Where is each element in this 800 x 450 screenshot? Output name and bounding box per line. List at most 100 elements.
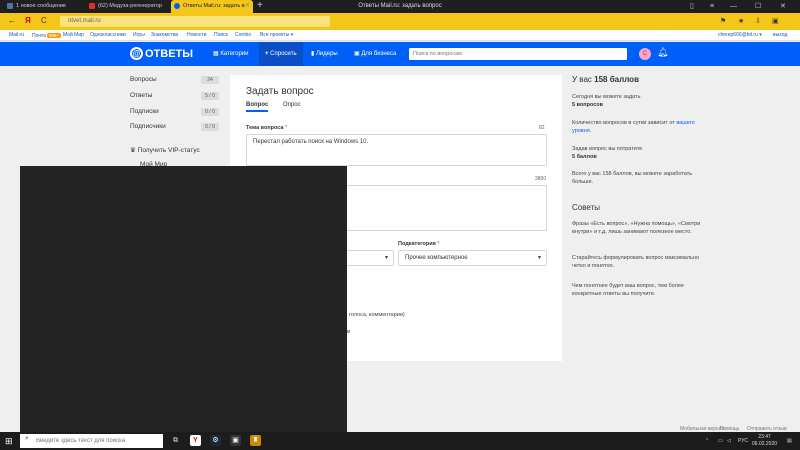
tip-text: Фразы «Есть вопрос», «Нужна помощь», «См… [572,221,701,235]
logout-link[interactable]: выход [773,30,787,41]
nav-label: Для бизнеса [361,51,397,57]
sidebar-count: 0 / 0 [201,123,219,131]
bell-icon[interactable]: 🔔︎ [657,47,668,58]
maximize-button[interactable]: ☐ [755,0,761,13]
dark-overlay-window [20,166,347,450]
address-bar: ← Я C otvet.mail.ru ⚑ ★ ⇩ ▣ [0,13,800,30]
portal-link[interactable]: Поиск [214,30,228,41]
info-questions-today: Сегодня вы можете задать 5 вопросов [572,93,702,109]
option-text: ы, голоса, комментарии) [342,312,405,318]
back-icon[interactable]: ← [8,15,16,27]
browser-tab-strip: 1 новое сообщение (62) Медуза-регенерато… [0,0,800,13]
topic-input[interactable]: Перестал работать поиск на Windows 10. [246,134,547,166]
minimize-button[interactable]: — [730,0,737,13]
at-logo-icon: @ [130,47,143,60]
info-total: Всего у вас 158 баллов, вы можете зарабо… [572,170,702,186]
portal-link-mail[interactable]: Почта 999+ [32,30,62,42]
site-header: @ ОТВЕТЫ ▦ Категории + Спросить ▮ Лидеры … [0,42,800,66]
portal-link[interactable]: Одноклассники [90,30,126,41]
taskbar: ⊞ ⌕ ⧉ Y ⚙ ▣ ♜ ⌃ ▭ ◁ РУС 23:4706.02.2020 … [0,432,800,450]
mail-count-badge: 999+ [46,33,62,38]
sidebar-item-answers[interactable]: Ответы [130,92,152,99]
portal-link[interactable]: Все проекты ▾ [260,30,293,41]
sidebar-count: 5 / 0 [201,92,219,100]
close-tab-icon[interactable]: ✕ [245,0,250,13]
translate-icon[interactable]: ⚑ [720,17,726,26]
portal-bar: Mail.ru Почта 999+ Мой Мир Одноклассники … [0,30,800,41]
downloads-icon[interactable]: ⇩ [755,17,761,26]
sidebar-item-subscriptions[interactable]: Подписки [130,108,159,115]
tab-label: Ответы Mail.ru: задать в [183,3,245,9]
date: 06.02.2020 [752,441,778,447]
yandex-browser-icon[interactable]: Y [190,435,201,446]
bookmark-star-icon[interactable]: ★ [738,17,744,26]
time: 23:47 [758,434,771,440]
sidebar-count: 0 / 0 [201,108,219,116]
subcategory-label: Подкатегория * [398,241,440,247]
tab-question[interactable]: Вопрос [246,102,269,112]
new-tab-button[interactable]: + [257,0,263,12]
chevron-down-icon: ▼ [384,255,389,261]
portal-link[interactable]: Мой Мир [63,30,84,41]
extensions-icon[interactable]: ▣ [772,17,779,26]
info-value: 5 вопросов [572,102,604,108]
portal-link[interactable]: Combo [235,30,251,41]
info-text: Количество вопросов в сутки зависит от [572,120,675,126]
windows-start-icon[interactable]: ⊞ [5,436,13,446]
user-email[interactable]: cherep666@bit.ru ▾ [718,30,762,41]
info-text: Всего у вас 158 баллов, вы можете зарабо… [572,171,693,185]
vip-link[interactable]: ♛ Получить VIP-статус [130,146,200,154]
vk-icon [7,3,13,9]
browser-tab[interactable]: 1 новое сообщение [4,0,84,13]
bookmark-icon[interactable]: ▯ [690,0,694,13]
notifications-icon[interactable]: ▤ [787,432,792,450]
tip-text: Чем понятнее будет ваш вопрос, тем более… [572,283,684,297]
nav-ask[interactable]: + Спросить [259,42,303,66]
portal-link[interactable]: Новости [187,30,206,41]
search-icon: ⌕ [25,435,29,442]
task-view-icon[interactable]: ⧉ [170,435,181,446]
yandex-home-icon[interactable]: Я [25,15,31,27]
reload-icon[interactable]: C [41,15,47,27]
clock[interactable]: 23:47 06.02.2020 [752,434,777,448]
nav-label: Категории [220,51,249,57]
taskbar-search-input[interactable] [20,434,163,448]
close-window-button[interactable]: ✕ [780,0,786,13]
network-icon[interactable]: ▭ [718,432,723,450]
app-icon[interactable]: ▣ [230,435,241,446]
portal-link[interactable]: Знакомства [151,30,178,41]
otvet-logo[interactable]: @ ОТВЕТЫ [130,47,193,61]
tray-up-icon[interactable]: ⌃ [705,432,709,450]
subcategory-select[interactable]: Прочее компьютерное ▼ [398,250,547,266]
steam-icon[interactable]: ⚙ [210,435,221,446]
volume-icon[interactable]: ◁ [727,432,731,450]
points-prefix: У вас [572,75,592,84]
tip-text: Старайтесь формулировать вопрос максимал… [572,255,699,269]
portal-link[interactable]: Игры [133,30,145,41]
portal-link-label: Почта [32,33,46,39]
page-title: Задать вопрос [246,86,314,97]
url-field[interactable]: otvet.mail.ru [60,16,330,27]
menu-icon[interactable]: ≡ [710,0,714,13]
vip-label: Получить VIP-статус [137,147,200,154]
browser-tab-active[interactable]: Ответы Mail.ru: задать в ✕ [171,0,253,13]
sidebar-item-label: Подписчики [130,123,166,130]
language-indicator[interactable]: РУС [738,432,748,450]
avatar[interactable]: С [639,48,651,60]
sidebar-item-label: Вопросы [130,76,157,83]
topic-char-count: 82 [539,125,545,131]
portal-link[interactable]: Mail.ru [9,30,24,41]
search-input[interactable] [409,48,627,60]
browser-tab[interactable]: (62) Медуза-регенератор [86,0,170,13]
nav-business[interactable]: ▣ Для бизнеса [354,42,396,66]
app-icon-2[interactable]: ♜ [250,435,261,446]
sidebar-item-questions[interactable]: Вопросы [130,76,157,83]
topic-label: Тема вопроса * [246,125,287,131]
nav-categories[interactable]: ▦ Категории [213,42,249,66]
tab-poll[interactable]: Опрос [283,102,301,108]
nav-label: Лидеры [315,51,338,57]
nav-label: Спросить [270,51,297,57]
sidebar-item-subscribers[interactable]: Подписчики [130,123,166,130]
sidebar-item-label: Ответы [130,92,153,99]
nav-leaders[interactable]: ▮ Лидеры [311,42,338,66]
